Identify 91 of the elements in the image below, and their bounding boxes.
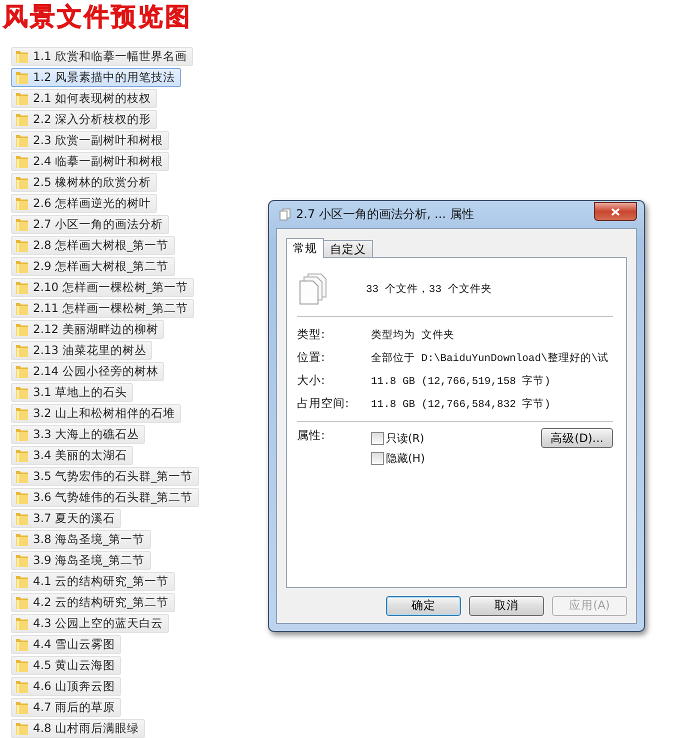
folder-icon xyxy=(15,238,29,253)
file-count: 33 个文件，33 个文件夹 xyxy=(366,282,492,296)
folder-icon xyxy=(15,490,29,505)
folder-item[interactable]: 2.13 油菜花里的树丛 xyxy=(11,341,152,360)
folder-item[interactable]: 3.1 草地上的石头 xyxy=(11,383,133,402)
folder-item[interactable]: 2.7 小区一角的画法分析 xyxy=(11,215,169,234)
folder-icon xyxy=(15,574,29,589)
page-title: 风景文件预览图 xyxy=(3,1,192,33)
folder-icon xyxy=(15,658,29,673)
folder-item[interactable]: 1.1 欣赏和临摹一幅世界名画 xyxy=(11,47,193,66)
dialog-title: 2.7 小区一角的画法分析, ... 属性 xyxy=(296,206,475,223)
folder-item[interactable]: 4.8 山村雨后满眼绿 xyxy=(11,719,145,738)
folder-item[interactable]: 4.5 黄山云海图 xyxy=(11,656,121,675)
folder-icon xyxy=(15,364,29,379)
files-icon xyxy=(299,273,327,305)
folder-icon xyxy=(15,385,29,400)
folder-item[interactable]: 2.9 怎样画大树根_第二节 xyxy=(11,257,175,276)
folder-icon xyxy=(15,217,29,232)
folder-item[interactable]: 2.6 怎样画逆光的树叶 xyxy=(11,194,157,213)
checkbox[interactable] xyxy=(371,452,384,465)
folder-item[interactable]: 2.8 怎样画大树根_第一节 xyxy=(11,236,175,255)
field-label: 类型: xyxy=(297,327,326,342)
folder-item[interactable]: 3.5 气势宏伟的石头群_第一节 xyxy=(11,467,199,486)
folder-item[interactable]: 3.9 海岛圣境_第二节 xyxy=(11,551,151,570)
field-value: 11.8 GB (12,766,519,158 字节) xyxy=(371,374,551,388)
folder-item[interactable]: 2.10 怎样画一棵松树_第一节 xyxy=(11,278,194,297)
folder-item[interactable]: 4.4 雪山云雾图 xyxy=(11,635,121,654)
tab[interactable]: 常规 xyxy=(286,238,324,258)
folder-item[interactable]: 3.3 大海上的礁石丛 xyxy=(11,425,145,444)
folder-icon xyxy=(15,343,29,358)
folder-item[interactable]: 3.8 海岛圣境_第一节 xyxy=(11,530,151,549)
field-value: 类型均为 文件夹 xyxy=(371,328,454,342)
folder-icon xyxy=(15,469,29,484)
folder-item[interactable]: 3.4 美丽的太湖石 xyxy=(11,446,133,465)
folder-item[interactable]: 4.7 雨后的草原 xyxy=(11,698,121,717)
folder-item[interactable]: 2.1 如何表现树的枝杈 xyxy=(11,89,157,108)
checkbox-label: 只读(R) xyxy=(386,431,424,446)
folder-icon xyxy=(15,595,29,610)
close-button[interactable] xyxy=(594,202,637,221)
folder-item[interactable]: 2.3 欣赏一副树叶和树根 xyxy=(11,131,169,150)
folder-icon xyxy=(15,511,29,526)
folder-item[interactable]: 2.2 深入分析枝杈的形 xyxy=(11,110,157,129)
folder-icon xyxy=(15,112,29,127)
folder-icon xyxy=(15,616,29,631)
folder-icon xyxy=(15,322,29,337)
tab[interactable]: 自定义 xyxy=(323,240,373,257)
folder-item[interactable]: 3.2 山上和松树相伴的石堆 xyxy=(11,404,181,423)
folder-icon xyxy=(15,721,29,736)
folder-item[interactable]: 4.1 云的结构研究_第一节 xyxy=(11,572,175,591)
folder-icon xyxy=(15,49,29,64)
folder-item[interactable]: 2.12 美丽湖畔边的柳树 xyxy=(11,320,164,339)
field-value: 11.8 GB (12,766,584,832 字节) xyxy=(371,397,551,410)
field-label: 大小: xyxy=(297,373,326,388)
folder-icon xyxy=(15,700,29,715)
dialog-button[interactable]: 确定 xyxy=(386,596,461,616)
field-label: 占用空间: xyxy=(297,396,350,411)
folder-item[interactable]: 2.5 橡树林的欣赏分析 xyxy=(11,173,157,192)
folder-item[interactable]: 1.2 风景素描中的用笔技法 xyxy=(11,68,181,87)
close-icon xyxy=(611,208,620,216)
dialog-button[interactable]: 取消 xyxy=(469,596,544,616)
folder-item[interactable]: 2.11 怎样画一棵松树_第二节 xyxy=(11,299,194,318)
folder-icon xyxy=(15,448,29,463)
folder-item[interactable]: 4.2 云的结构研究_第二节 xyxy=(11,593,175,612)
field-label: 属性: xyxy=(297,428,326,444)
folder-icon xyxy=(15,91,29,106)
folder-icon xyxy=(15,133,29,148)
folder-icon xyxy=(15,280,29,295)
folder-icon xyxy=(15,532,29,547)
folder-item[interactable]: 4.6 山顶奔云图 xyxy=(11,677,121,696)
folder-icon xyxy=(15,406,29,421)
folder-item[interactable]: 2.14 公园小径旁的树林 xyxy=(11,362,164,381)
folder-icon xyxy=(15,70,29,85)
folder-icon xyxy=(15,679,29,694)
advanced-button[interactable]: 高级(D)... xyxy=(541,428,613,448)
field-label: 位置: xyxy=(297,350,326,365)
folder-item[interactable]: 3.7 夏天的溪石 xyxy=(11,509,121,528)
folder-icon xyxy=(15,175,29,190)
folder-icon xyxy=(15,154,29,169)
folder-item[interactable]: 2.4 临摹一副树叶和树根 xyxy=(11,152,169,171)
folder-icon xyxy=(15,637,29,652)
folder-icon xyxy=(15,553,29,568)
folder-icon xyxy=(15,259,29,274)
checkbox[interactable] xyxy=(371,432,384,445)
folder-icon xyxy=(15,427,29,442)
folder-icon xyxy=(15,196,29,211)
folder-icon xyxy=(15,301,29,316)
folder-item[interactable]: 4.3 公园上空的蓝天白云 xyxy=(11,614,169,633)
checkbox-label: 隐藏(H) xyxy=(386,451,425,466)
field-value: 全部位于 D:\BaiduYunDownload\整理好的\试 xyxy=(371,351,609,364)
files-icon xyxy=(279,208,291,221)
folder-item[interactable]: 3.6 气势雄伟的石头群_第二节 xyxy=(11,488,199,507)
